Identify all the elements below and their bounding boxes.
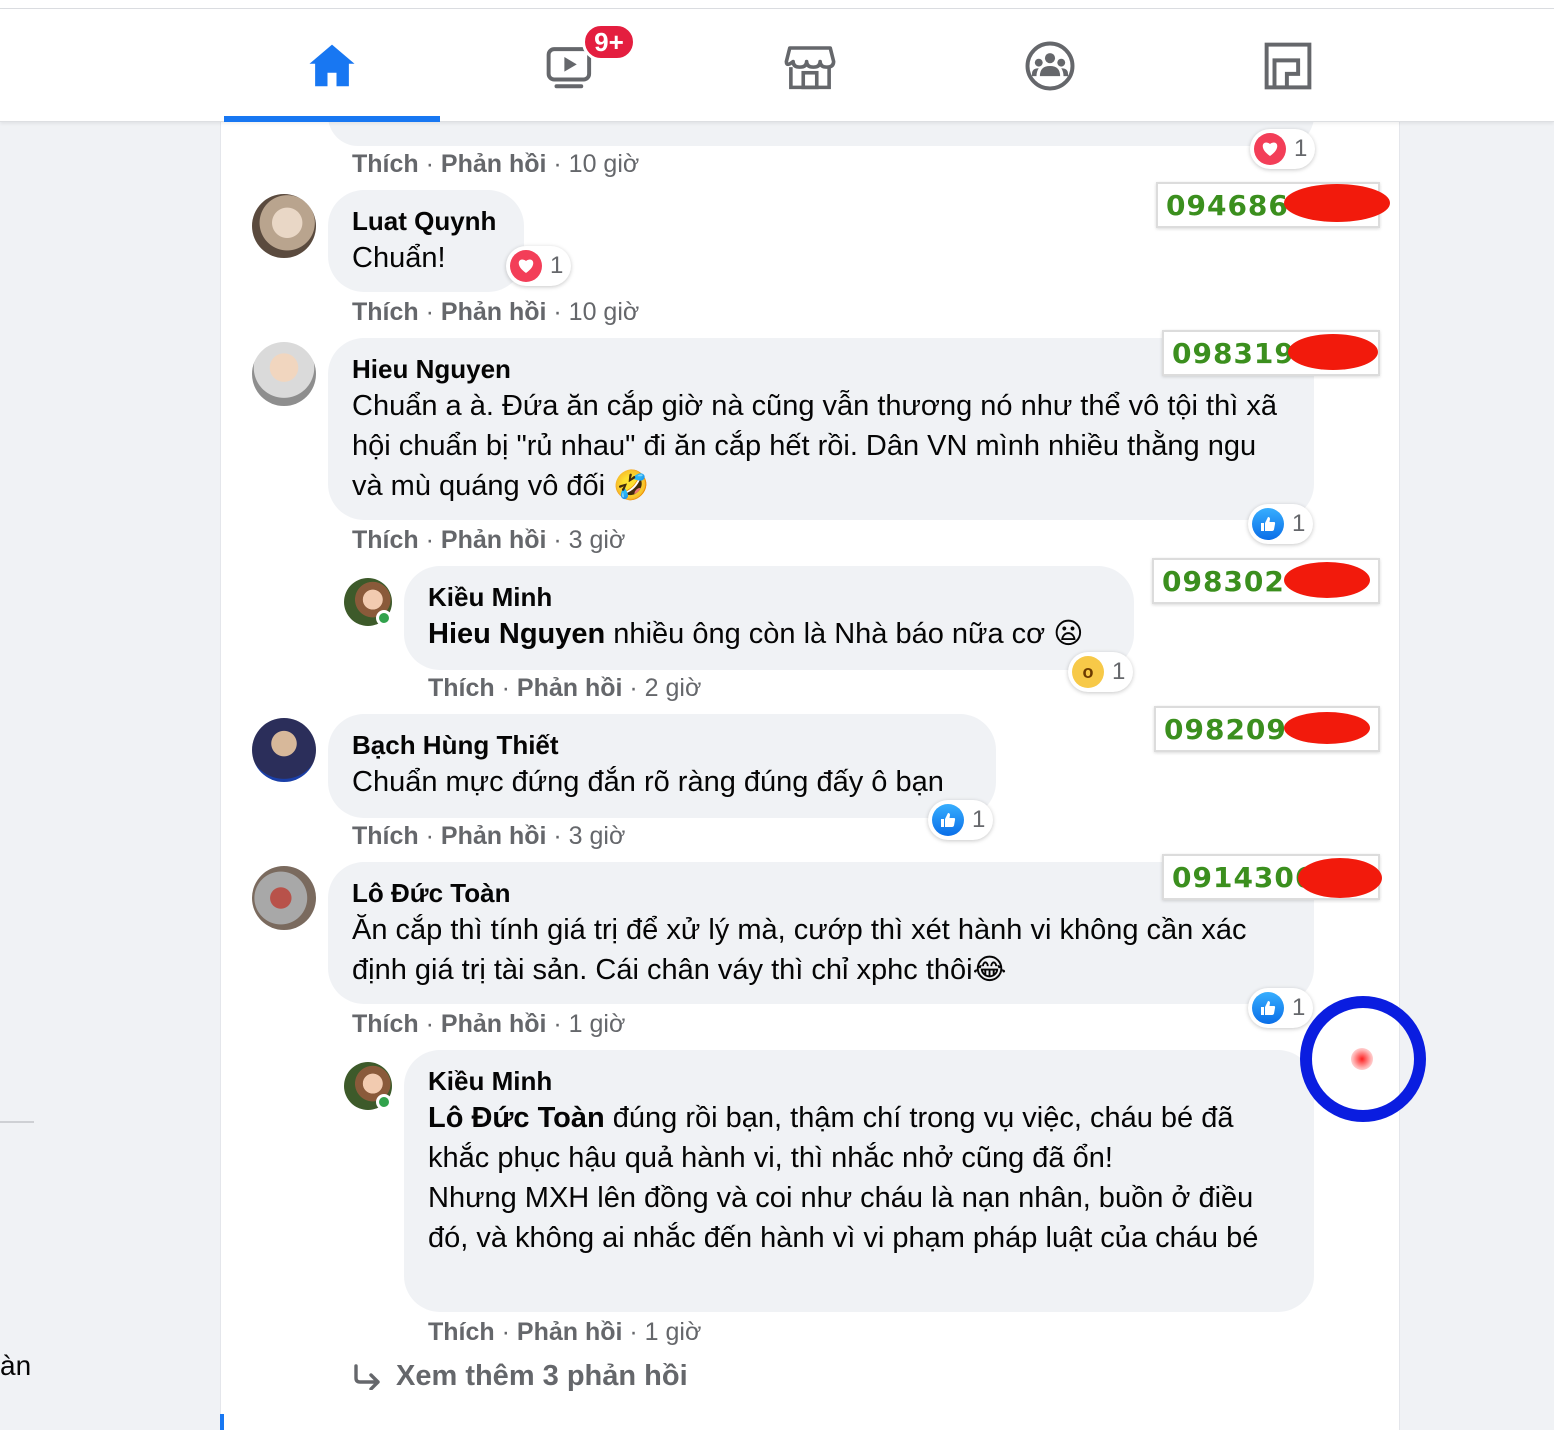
tab-groups[interactable]	[942, 9, 1158, 122]
like-link[interactable]: Thích	[352, 150, 419, 178]
comment-text: Chuẩn mực đứng đắn rõ ràng đúng đấy ô bạ…	[352, 766, 944, 798]
like-link[interactable]: Thích	[352, 526, 419, 554]
redaction-mark	[1284, 562, 1370, 598]
comment-time[interactable]: 1 giờ	[645, 1318, 702, 1346]
redaction-mark	[1288, 334, 1378, 370]
reply-link[interactable]: Phản hồi	[441, 822, 547, 850]
heart-icon	[510, 250, 542, 282]
like-link[interactable]: Thích	[428, 1318, 495, 1346]
avatar[interactable]	[252, 194, 316, 258]
reaction-count: 1	[1292, 994, 1306, 1021]
comment-time[interactable]: 3 giờ	[569, 822, 626, 850]
reaction-count: 1	[1112, 658, 1126, 685]
comment-actions: Thích · Phản hồi · 1 giờ	[352, 1010, 626, 1038]
comment-time[interactable]: 3 giờ	[569, 526, 626, 554]
reply-link[interactable]: Phản hồi	[517, 1318, 623, 1346]
avatar[interactable]	[252, 718, 316, 782]
reaction-count: 1	[1292, 510, 1306, 537]
groups-icon	[1025, 41, 1075, 90]
redaction-mark	[1298, 858, 1382, 898]
phone-number: 098319	[1172, 336, 1295, 370]
tab-home[interactable]	[224, 9, 440, 122]
top-navigation-bar: 9+	[0, 9, 1554, 122]
reply-link[interactable]: Phản hồi	[441, 526, 547, 554]
comment-bubble: Kiều Minh Lô Đức Toàn đúng rồi bạn, thậm…	[404, 1050, 1314, 1312]
like-link[interactable]: Thích	[428, 674, 495, 702]
reply-link[interactable]: Phản hồi	[441, 298, 547, 326]
comment-author[interactable]: Kiều Minh	[428, 580, 1110, 614]
phone-number: 094686	[1166, 188, 1289, 222]
comment-time[interactable]: 2 giờ	[645, 674, 702, 702]
comment-author[interactable]: Bạch Hùng Thiết	[352, 728, 972, 762]
reply-link[interactable]: Phản hồi	[517, 674, 623, 702]
like-icon	[932, 804, 964, 836]
avatar[interactable]	[252, 866, 316, 930]
like-link[interactable]: Thích	[352, 298, 419, 326]
redaction-mark	[1284, 712, 1370, 744]
sidebar-item-label[interactable]: àn	[0, 1350, 31, 1382]
tab-marketplace[interactable]	[702, 9, 918, 122]
sidebar-divider	[0, 1121, 34, 1123]
comment-bubble: Luat Quynh Chuẩn!	[328, 190, 524, 292]
comment-author[interactable]: Kiều Minh	[428, 1064, 1290, 1098]
phone-number: 098209	[1164, 712, 1287, 746]
mention-link[interactable]: Hieu Nguyen	[428, 618, 605, 650]
reaction-summary[interactable]: 1	[506, 246, 572, 286]
comment-actions: Thích · Phản hồi · 3 giờ	[352, 822, 626, 850]
view-more-replies-link[interactable]: Xem thêm 3 phản hồi	[352, 1360, 688, 1393]
panel-accent-mark	[220, 1414, 224, 1430]
comment-text: Chuẩn!	[352, 242, 446, 274]
tab-watch[interactable]	[462, 9, 678, 122]
comment-time[interactable]: 10 giờ	[569, 150, 640, 178]
reply-link[interactable]: Phản hồi	[441, 1010, 547, 1038]
redaction-mark	[1284, 184, 1390, 222]
watch-notification-badge: 9+	[582, 23, 636, 61]
heart-icon	[1254, 133, 1286, 165]
comment-author[interactable]: Luat Quynh	[352, 204, 500, 238]
reaction-summary[interactable]: 1	[928, 800, 994, 840]
online-status-dot	[376, 1094, 392, 1110]
reaction-summary[interactable]: 1	[1250, 129, 1316, 169]
comment-actions: Thích · Phản hồi · 2 giờ	[428, 674, 702, 702]
comment-text-continued: Nhưng MXH lên đồng và coi như cháu là nạ…	[428, 1182, 1259, 1254]
reply-link[interactable]: Phản hồi	[441, 150, 547, 178]
tab-gaming[interactable]	[1180, 9, 1396, 122]
phone-number: 098302	[1162, 564, 1285, 598]
reaction-summary[interactable]: o 1	[1068, 652, 1134, 692]
comment-author[interactable]: Lô Đức Toàn	[352, 876, 1290, 910]
comment-actions: Thích · Phản hồi · 10 giờ	[352, 298, 640, 326]
comment-text: Chuẩn a à. Đứa ăn cắp giờ nà cũng vẫn th…	[352, 390, 1277, 502]
comment-actions: Thích · Phản hồi · 10 giờ	[352, 150, 640, 178]
mention-link[interactable]: Lô Đức Toàn	[428, 1102, 605, 1134]
home-icon	[309, 44, 355, 86]
comment-bubble: Kiều Minh Hieu Nguyen nhiều ông còn là N…	[404, 566, 1134, 670]
like-link[interactable]: Thích	[352, 1010, 419, 1038]
comment-text: nhiều ông còn là Nhà báo nữa cơ 😦	[605, 618, 1084, 650]
gaming-icon	[1264, 42, 1312, 89]
reaction-count: 1	[972, 806, 986, 833]
top-border	[0, 0, 1554, 9]
wow-icon: o	[1072, 656, 1104, 688]
comment-time[interactable]: 1 giờ	[569, 1010, 626, 1038]
comment-time[interactable]: 10 giờ	[569, 298, 640, 326]
avatar[interactable]	[252, 342, 316, 406]
comment-author[interactable]: Hieu Nguyen	[352, 352, 1290, 386]
reaction-count: 1	[550, 252, 564, 279]
view-more-replies-label: Xem thêm 3 phản hồi	[396, 1360, 688, 1392]
store-icon	[784, 45, 836, 89]
online-status-dot	[376, 610, 392, 626]
cursor-dot	[1351, 1048, 1373, 1070]
reaction-summary[interactable]: 1	[1248, 988, 1314, 1028]
comment-text: Ăn cắp thì tính giá trị để xử lý mà, cướ…	[352, 914, 1247, 986]
comment-bubble: Bạch Hùng Thiết Chuẩn mực đứng đắn rõ rà…	[328, 714, 996, 818]
like-icon	[1252, 508, 1284, 540]
like-link[interactable]: Thích	[352, 822, 419, 850]
reply-arrow-icon	[354, 1363, 380, 1390]
reaction-count: 1	[1294, 135, 1308, 162]
reaction-summary[interactable]: 1	[1248, 504, 1314, 544]
like-icon	[1252, 992, 1284, 1024]
phone-number: 0914306	[1172, 860, 1316, 894]
comment-actions: Thích · Phản hồi · 3 giờ	[352, 526, 626, 554]
comment-actions: Thích · Phản hồi · 1 giờ	[428, 1318, 702, 1346]
